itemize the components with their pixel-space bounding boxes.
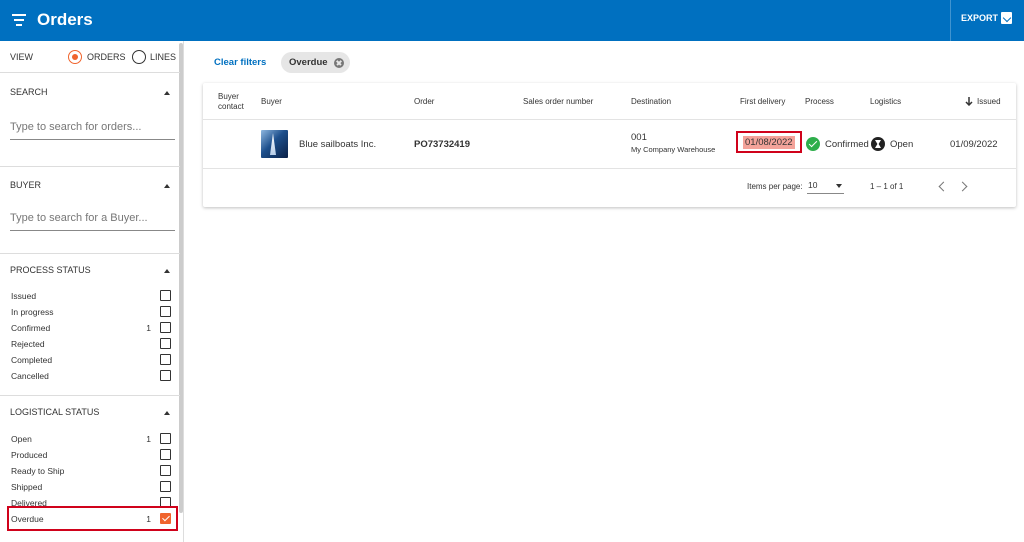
export-area: EXPORT bbox=[950, 0, 1024, 41]
check-circle-icon bbox=[806, 137, 820, 151]
column-header-issued[interactable]: Issued bbox=[977, 97, 1001, 106]
process-status-section: PROCESS STATUS Issued In progress Confir… bbox=[0, 254, 180, 396]
orders-table: Buyer contact Buyer Order Sales order nu… bbox=[203, 83, 1016, 207]
cell-first-delivery: 01/08/2022 bbox=[743, 136, 795, 149]
collapse-process-status-icon[interactable] bbox=[164, 269, 170, 273]
column-header-buyer[interactable]: Buyer bbox=[261, 97, 282, 106]
cell-buyer[interactable]: Blue sailboats Inc. bbox=[299, 139, 376, 150]
export-button[interactable]: EXPORT bbox=[961, 12, 1013, 24]
checkbox[interactable] bbox=[160, 354, 171, 365]
checkbox[interactable] bbox=[160, 338, 171, 349]
filter-chip-label: Overdue bbox=[289, 57, 328, 68]
chevron-right-icon[interactable] bbox=[957, 181, 968, 192]
cell-issued: 01/09/2022 bbox=[950, 139, 998, 150]
checkbox[interactable] bbox=[160, 306, 171, 317]
close-circle-icon[interactable] bbox=[333, 57, 344, 68]
checkbox[interactable] bbox=[160, 481, 171, 492]
cell-process: Confirmed bbox=[825, 139, 869, 150]
first-delivery-overdue-highlight: 01/08/2022 bbox=[736, 131, 802, 153]
cell-logistics: Open bbox=[890, 139, 914, 150]
status-label: Produced bbox=[11, 450, 48, 460]
column-header-logistics[interactable]: Logistics bbox=[870, 97, 901, 106]
checkbox[interactable] bbox=[160, 370, 171, 381]
logistical-status-open[interactable]: Open 1 bbox=[0, 431, 180, 447]
checkbox[interactable] bbox=[160, 322, 171, 333]
filter-chip-overdue: Overdue bbox=[281, 52, 350, 73]
arrow-down-icon bbox=[965, 97, 973, 106]
buyer-logo bbox=[261, 130, 288, 158]
checkbox[interactable] bbox=[160, 465, 171, 476]
chevron-left-icon[interactable] bbox=[938, 181, 949, 192]
process-status-rejected[interactable]: Rejected bbox=[0, 336, 180, 352]
cell-destination-name: My Company Warehouse bbox=[631, 145, 716, 154]
radio-orders[interactable] bbox=[68, 50, 82, 64]
status-label: In progress bbox=[11, 307, 54, 317]
status-label: Cancelled bbox=[11, 371, 49, 381]
status-label: Issued bbox=[11, 291, 37, 301]
pager-range: 1 – 1 of 1 bbox=[870, 182, 904, 191]
checkbox[interactable] bbox=[160, 433, 171, 444]
status-label: Shipped bbox=[11, 482, 43, 492]
logistical-status-shipped[interactable]: Shipped bbox=[0, 479, 180, 495]
logistical-status-title: LOGISTICAL STATUS bbox=[10, 407, 100, 417]
column-header-destination[interactable]: Destination bbox=[631, 97, 671, 106]
status-count: 1 bbox=[146, 434, 151, 444]
logistical-status-ready-to-ship[interactable]: Ready to Ship bbox=[0, 463, 180, 479]
radio-lines-label: LINES bbox=[150, 52, 177, 62]
collapse-buyer-icon[interactable] bbox=[164, 184, 170, 188]
process-status-in-progress[interactable]: In progress bbox=[0, 304, 180, 320]
status-label: Ready to Ship bbox=[11, 466, 65, 476]
order-search-input[interactable] bbox=[10, 119, 175, 140]
items-per-page-select[interactable]: 10 bbox=[807, 178, 844, 194]
checkbox[interactable] bbox=[160, 449, 171, 460]
row-divider bbox=[203, 168, 1016, 169]
menu-icon[interactable] bbox=[12, 14, 26, 26]
process-status-title: PROCESS STATUS bbox=[10, 265, 91, 275]
logistical-status-produced[interactable]: Produced bbox=[0, 447, 180, 463]
items-per-page-value: 10 bbox=[808, 180, 818, 190]
status-label: Open bbox=[11, 434, 32, 444]
process-status-cancelled[interactable]: Cancelled bbox=[0, 368, 180, 384]
items-per-page-label: Items per page: bbox=[747, 182, 803, 191]
status-label: Rejected bbox=[11, 339, 45, 349]
column-header-first-delivery[interactable]: First delivery bbox=[740, 97, 785, 106]
cell-order[interactable]: PO73732419 bbox=[414, 139, 470, 150]
process-status-issued[interactable]: Issued bbox=[0, 288, 180, 304]
view-toggle: VIEW ORDERS LINES bbox=[0, 41, 180, 73]
export-label: EXPORT bbox=[961, 13, 999, 23]
main-content: Clear filters Overdue Buyer contact Buye… bbox=[185, 41, 1024, 542]
buyer-section-title: BUYER bbox=[10, 180, 42, 190]
buyer-search-input[interactable] bbox=[10, 210, 175, 231]
hourglass-icon bbox=[871, 137, 885, 151]
status-count: 1 bbox=[146, 323, 151, 333]
header-divider bbox=[203, 119, 1016, 120]
page-title: Orders bbox=[37, 10, 93, 29]
process-status-completed[interactable]: Completed bbox=[0, 352, 180, 368]
clear-filters-link[interactable]: Clear filters bbox=[214, 57, 266, 68]
radio-lines[interactable] bbox=[132, 50, 146, 64]
column-header-buyer-contact[interactable]: Buyer contact bbox=[218, 92, 252, 112]
checkbox[interactable] bbox=[160, 290, 171, 301]
collapse-logistical-status-icon[interactable] bbox=[164, 411, 170, 415]
view-label: VIEW bbox=[10, 52, 34, 62]
overdue-highlight-box bbox=[7, 506, 178, 531]
cell-destination-code: 001 bbox=[631, 132, 647, 143]
process-status-confirmed[interactable]: Confirmed 1 bbox=[0, 320, 180, 336]
chevron-down-icon bbox=[836, 184, 842, 188]
radio-orders-label: ORDERS bbox=[87, 52, 126, 62]
buyer-section: BUYER bbox=[0, 167, 180, 254]
column-header-process[interactable]: Process bbox=[805, 97, 834, 106]
search-section-title: SEARCH bbox=[10, 87, 48, 97]
status-label: Confirmed bbox=[11, 323, 51, 333]
filter-sidebar: VIEW ORDERS LINES SEARCH BUYER PROCESS S… bbox=[0, 41, 184, 542]
collapse-search-icon[interactable] bbox=[164, 91, 170, 95]
search-section: SEARCH bbox=[0, 74, 180, 167]
column-header-order[interactable]: Order bbox=[414, 97, 434, 106]
top-app-bar: Orders EXPORT bbox=[0, 0, 1024, 41]
column-header-sales-order[interactable]: Sales order number bbox=[523, 97, 593, 106]
status-label: Completed bbox=[11, 355, 53, 365]
export-icon bbox=[1001, 12, 1013, 24]
